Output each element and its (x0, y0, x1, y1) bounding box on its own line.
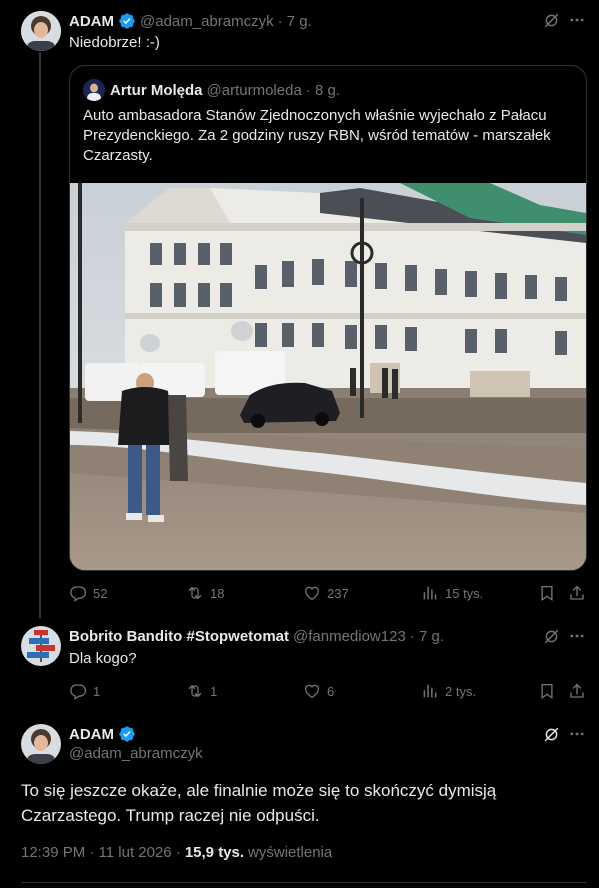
like-count: 237 (327, 585, 349, 601)
views-button[interactable]: 2 tys. (421, 682, 476, 700)
share-icon (568, 584, 586, 602)
author-name[interactable]: ADAM (69, 13, 114, 30)
like-icon (303, 584, 321, 602)
views-count: 15 tys. (445, 585, 484, 601)
main-tweet-text: To się jeszcze okaże, ale finalnie może … (21, 781, 497, 825)
repost-button[interactable]: 18 (186, 584, 224, 602)
views-count: 2 tys. (445, 683, 477, 699)
avatar[interactable] (21, 11, 61, 51)
reply-button[interactable]: 1 (69, 682, 100, 700)
quoted-author-name: Artur Molęda (110, 81, 203, 99)
share-icon (568, 682, 586, 700)
like-button[interactable]: 237 (303, 584, 349, 602)
author-handle[interactable]: @adam_abramczyk (69, 745, 203, 762)
avatar (83, 79, 105, 101)
like-icon (303, 682, 321, 700)
bookmark-button[interactable] (538, 682, 556, 700)
tweet-text: Niedobrze! :-) (69, 34, 160, 51)
repost-count: 1 (210, 683, 218, 699)
quoted-tweet-text: Auto ambasadora Stanów Zjednoczonych wła… (83, 107, 551, 164)
reply-count: 1 (93, 683, 101, 699)
more-icon[interactable] (567, 724, 587, 744)
repost-icon (186, 682, 204, 700)
avatar[interactable] (21, 626, 61, 666)
grok-icon[interactable] (541, 626, 561, 646)
reply-icon (69, 682, 87, 700)
views-total: 15,9 tys. (184, 844, 245, 861)
repost-count: 18 (210, 585, 225, 601)
avatar[interactable] (21, 724, 61, 764)
tweet-photo[interactable] (70, 183, 586, 570)
quoted-tweet[interactable]: Artur Molęda @arturmoleda · 8 g. Auto am… (69, 65, 587, 571)
share-button[interactable] (568, 584, 586, 602)
verified-icon (118, 725, 136, 743)
views-icon (421, 584, 439, 602)
views-button[interactable]: 15 tys. (421, 584, 483, 602)
views-icon (421, 682, 439, 700)
grok-icon[interactable] (541, 10, 561, 30)
thread-line (39, 52, 41, 618)
views-label: wyświetlenia (248, 844, 333, 861)
post-time[interactable]: · 7 g. (278, 13, 312, 30)
bookmark-button[interactable] (538, 584, 556, 602)
reply-icon (69, 584, 87, 602)
author-handle[interactable]: @adam_abramczyk (140, 13, 274, 30)
post-time[interactable]: · 7 g. (410, 628, 444, 645)
quoted-post-time: · 8 g. (305, 81, 340, 99)
bookmark-icon (538, 584, 556, 602)
divider (21, 882, 587, 883)
grok-icon[interactable] (541, 724, 561, 744)
verified-icon (118, 12, 136, 30)
author-handle[interactable]: @fanmediow123 (293, 628, 406, 645)
share-button[interactable] (568, 682, 586, 700)
more-icon[interactable] (567, 10, 587, 30)
repost-button[interactable]: 1 (186, 682, 217, 700)
reply-count: 52 (93, 585, 108, 601)
repost-icon (186, 584, 204, 602)
like-count: 6 (327, 683, 335, 699)
like-button[interactable]: 6 (303, 682, 334, 700)
author-name[interactable]: ADAM (69, 726, 114, 743)
bookmark-icon (538, 682, 556, 700)
author-name[interactable]: Bobrito Bandito #Stopwetomat (69, 628, 289, 645)
quoted-author-handle: @arturmoleda (206, 81, 302, 99)
post-timestamp[interactable]: 12:39 PM · 11 lut 2026 · (21, 844, 181, 861)
more-icon[interactable] (567, 626, 587, 646)
tweet-text: Dla kogo? (69, 650, 137, 667)
reply-button[interactable]: 52 (69, 584, 107, 602)
